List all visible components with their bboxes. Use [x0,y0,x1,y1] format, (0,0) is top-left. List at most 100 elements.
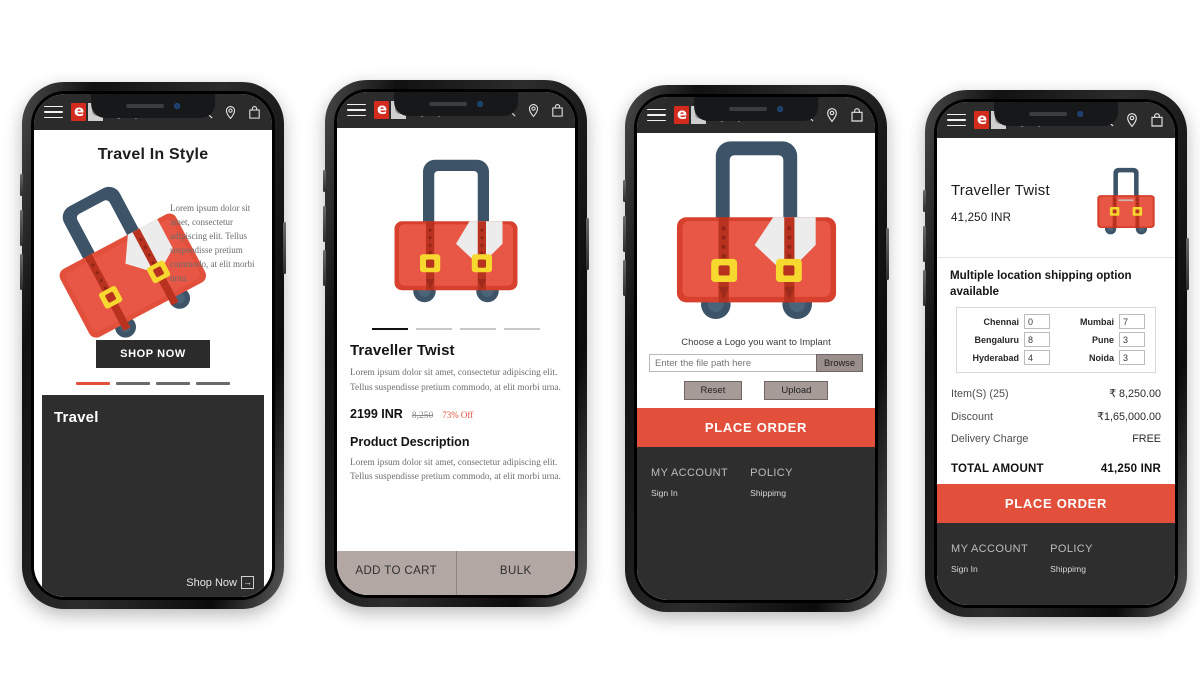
summary-label: Item(S) (25) [951,388,1009,401]
shipping-label: Chennai [983,316,1019,327]
location-pin-icon[interactable] [824,107,840,123]
product-actions: ADD TO CART BULK [337,551,575,595]
place-order-button[interactable]: PLACE ORDER [937,484,1175,524]
shipping-qty-input[interactable] [1024,332,1050,348]
description-heading: Product Description [350,435,470,449]
checkout-product-header: Traveller Twist 41,250 INR [937,138,1175,258]
home-page: Travel In Style Lorem ipsum dolor sit am… [34,130,272,597]
screen-product-detail: eCompany [337,92,575,595]
shipping-qty-input[interactable] [1119,350,1145,366]
file-path-input[interactable] [649,354,816,372]
shipping-qty-input[interactable] [1119,314,1145,330]
shopping-bag-icon[interactable] [1149,112,1165,128]
shopping-bag-icon[interactable] [550,103,565,118]
phone-notch [91,94,215,118]
hamburger-icon[interactable] [44,105,63,119]
shipping-item-mumbai: Mumbai [1062,314,1145,330]
arrow-right-icon: → [241,576,254,589]
suitcase-illustration [676,141,836,320]
screenshot-canvas: eCompany [0,0,1200,695]
location-pin-icon[interactable] [1124,112,1140,128]
image-thumbnails[interactable] [337,328,575,331]
bulk-button[interactable]: BULK [456,551,575,595]
summary-row-items: Item(S) (25) ₹ 8,250.00 [951,382,1161,405]
footer-column-my-account: MY ACCOUNT Sign In [951,543,1028,605]
shopping-bag-icon[interactable] [849,107,865,123]
carousel-dot[interactable] [116,382,150,385]
total-label: TOTAL AMOUNT [951,463,1044,476]
product-price: 41,250 INR [951,211,1012,224]
customize-page: Choose a Logo you want to Implant Browse… [637,133,875,600]
thumbnail-indicator[interactable] [460,328,496,330]
product-title: Traveller Twist [350,342,455,360]
shop-now-button[interactable]: SHOP NOW [96,340,210,368]
hamburger-icon[interactable] [347,103,366,117]
product-preview [637,133,875,337]
travel-category-card[interactable]: Travel Shop Now → [42,395,264,597]
summary-label: Delivery Charge [951,433,1029,446]
front-camera [174,103,180,109]
footer-heading: MY ACCOUNT [951,543,1029,556]
footer-link-shipping[interactable]: Shippimg [750,488,824,498]
place-order-button[interactable]: PLACE ORDER [637,408,875,447]
product-image [337,128,575,314]
phone-1: eCompany [20,82,286,609]
shipping-qty-input[interactable] [1024,350,1050,366]
order-summary: Item(S) (25) ₹ 8,250.00 Discount ₹1,65,0… [937,373,1175,484]
shipping-locations-box: Chennai Mumbai Bengaluru [956,307,1156,374]
earpiece-speaker [729,107,767,111]
carousel-dots[interactable] [34,382,272,385]
browse-button[interactable]: Browse [815,354,863,372]
original-price: 8,250 [411,411,434,421]
logo-e-mark: e [71,103,87,121]
phone-notch [694,97,818,121]
hamburger-icon[interactable] [947,113,966,127]
footer-link-sign-in[interactable]: Sign In [651,488,728,498]
travel-card-title: Travel [54,409,99,426]
upload-button[interactable]: Upload [764,381,829,400]
shopping-bag-icon[interactable] [247,105,262,120]
thumbnail-indicator[interactable] [416,328,452,330]
hamburger-icon[interactable] [647,108,666,122]
screen-customize: eCompany [637,97,875,600]
hero-description: Lorem ipsum dolor sit amet, consectetur … [170,203,255,283]
footer-heading: MY ACCOUNT [651,467,729,479]
shipping-section: Multiple location shipping option availa… [937,258,1175,374]
front-camera [477,101,483,107]
footer-link-sign-in[interactable]: Sign In [951,564,1028,574]
shipping-item-bengaluru: Bengaluru [967,332,1050,348]
total-value: 41,250 INR [1100,463,1161,476]
shipping-qty-input[interactable] [1119,332,1145,348]
discount-badge: 73% Off [442,410,474,420]
add-to-cart-button[interactable]: ADD TO CART [337,551,457,595]
product-title: Traveller Twist [951,181,1050,199]
reset-button[interactable]: Reset [683,381,743,400]
summary-label: Discount [951,411,994,424]
shipping-item-chennai: Chennai [967,314,1050,330]
summary-row-discount: Discount ₹1,65,000.00 [951,405,1161,428]
carousel-dot[interactable] [196,382,230,385]
footer-heading: POLICY [1050,543,1093,556]
thumbnail-indicator[interactable] [504,328,540,330]
footer-4: MY ACCOUNT Sign In POLICY Shippimg [937,523,1175,605]
logo-upload-label: Choose a Logo you want to Implant [681,337,831,348]
earpiece-speaker [429,102,467,106]
travel-card-cta[interactable]: Shop Now → [186,576,254,589]
thumbnail-indicator[interactable] [372,328,408,331]
carousel-dot[interactable] [156,382,190,385]
phone-3: eCompany [623,85,889,612]
location-pin-icon[interactable] [223,105,238,120]
shipping-label: Bengaluru [974,334,1019,345]
shipping-qty-input[interactable] [1024,314,1050,330]
earpiece-speaker [126,104,164,108]
footer-3: MY ACCOUNT Sign In POLICY Shippimg [637,447,875,600]
footer-column-my-account: MY ACCOUNT Sign In [651,467,728,600]
suitcase-illustration [394,159,518,303]
product-short-description: Lorem ipsum dolor sit amet, consectetur … [350,368,561,393]
location-pin-icon[interactable] [526,103,541,118]
summary-value: FREE [1132,433,1161,446]
logo-upload-form: Choose a Logo you want to Implant Browse… [637,337,875,408]
front-camera [777,106,783,112]
carousel-dot[interactable] [76,382,110,385]
footer-link-shipping[interactable]: Shippimg [1050,564,1124,574]
